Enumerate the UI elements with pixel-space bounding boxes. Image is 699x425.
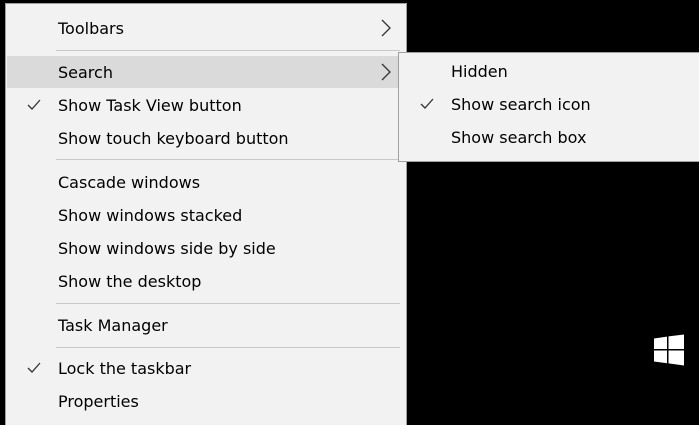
submenu-item-label: Show search box [451,127,587,147]
menu-item-label: Cascade windows [58,172,201,192]
submenu-item-label: Show search icon [451,94,591,114]
submenu-item-hidden[interactable]: Hidden [400,55,699,87]
menu-item-label: Search [58,62,113,82]
checkmark-icon [27,89,41,121]
menu-item-label: Show touch keyboard button [58,128,289,148]
submenu-item-label: Hidden [451,61,508,81]
menu-item-show-windows-stacked[interactable]: Show windows stacked [7,199,405,231]
checkmark-icon [420,88,434,120]
menu-item-toolbars[interactable]: Toolbars [7,12,405,44]
menu-item-show-windows-side-by-side[interactable]: Show windows side by side [7,232,405,264]
checkmark-icon [27,352,41,384]
menu-item-show-touch-keyboard-button[interactable]: Show touch keyboard button [7,122,405,154]
menu-item-label: Show the desktop [58,271,202,291]
menu-item-label: Toolbars [58,18,124,38]
submenu-item-show-search-box[interactable]: Show search box [400,121,699,153]
menu-item-cascade-windows[interactable]: Cascade windows [7,166,405,198]
chevron-right-icon [381,56,391,88]
menu-item-label: Properties [58,391,139,411]
menu-item-label: Lock the taskbar [58,358,192,378]
menu-item-lock-the-taskbar[interactable]: Lock the taskbar [7,352,405,384]
menu-separator [56,50,400,51]
search-submenu: Hidden Show search icon Show search box [398,52,699,162]
menu-item-label: Show Task View button [58,95,242,115]
taskbar-context-menu: Toolbars Search Show Task View button Sh… [5,3,407,425]
submenu-item-show-search-icon[interactable]: Show search icon [400,88,699,120]
menu-item-show-the-desktop[interactable]: Show the desktop [7,265,405,297]
menu-separator [56,303,400,304]
menu-separator [56,347,400,348]
menu-separator [56,159,400,160]
menu-item-properties[interactable]: Properties [7,385,405,417]
menu-item-search[interactable]: Search [7,56,405,88]
chevron-right-icon [381,12,391,44]
menu-item-label: Task Manager [58,315,168,335]
menu-item-label: Show windows stacked [58,205,243,225]
menu-item-show-task-view-button[interactable]: Show Task View button [7,89,405,121]
menu-item-task-manager[interactable]: Task Manager [7,309,405,341]
windows-logo-icon[interactable] [653,334,685,366]
menu-item-label: Show windows side by side [58,238,276,258]
